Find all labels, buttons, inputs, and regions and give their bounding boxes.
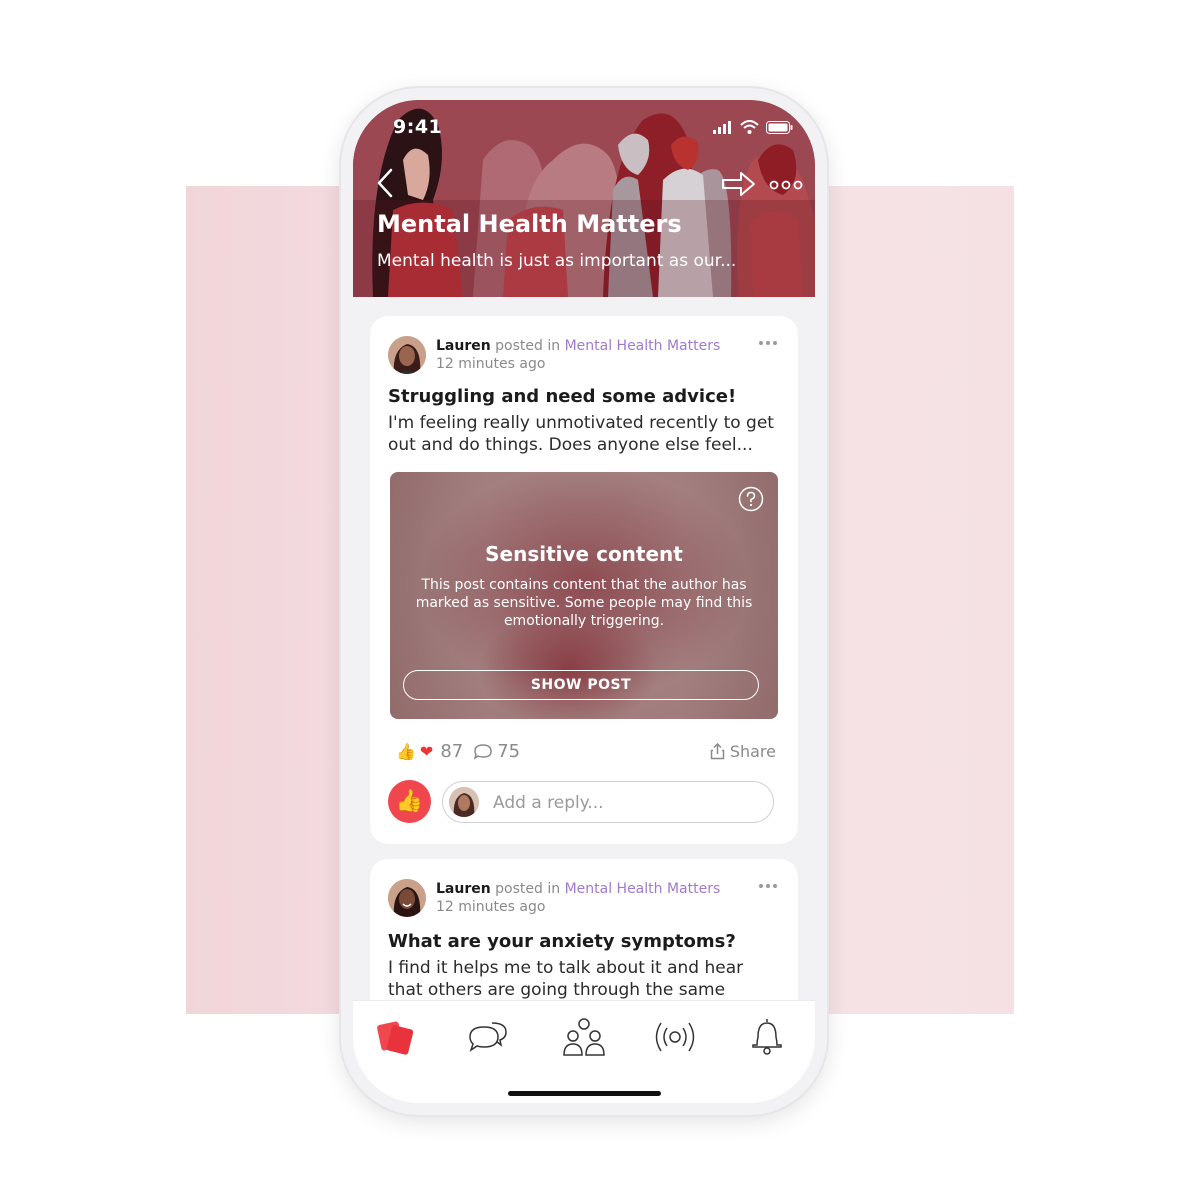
broadcast-icon[interactable] (653, 1017, 697, 1057)
reaction-count: 87 (440, 741, 464, 762)
thumbs-up-icon: 👍 (395, 789, 424, 814)
sensitive-title: Sensitive content (485, 542, 683, 566)
heart-icon: ❤ (419, 742, 434, 761)
avatar-portrait-icon (388, 879, 426, 917)
reply-box[interactable] (442, 781, 774, 823)
sensitive-text: This post contains content that the auth… (415, 577, 753, 629)
reply-input[interactable] (491, 790, 755, 816)
share-button[interactable]: Share (710, 742, 776, 761)
back-chevron-icon[interactable] (373, 166, 401, 200)
post-more-icon[interactable] (758, 340, 778, 346)
group-title: Mental Health Matters (377, 210, 682, 238)
home-indicator (508, 1091, 661, 1096)
battery-icon (766, 120, 793, 134)
phone-frame: 9:41 Mental Health Matters Mental health… (341, 88, 827, 1115)
author-avatar[interactable] (388, 336, 426, 374)
post-body[interactable]: I find it helps me to talk about it and … (388, 957, 783, 1001)
post-meta: Lauren posted in Mental Health Matters (436, 338, 720, 354)
author-name[interactable]: Lauren (436, 338, 491, 354)
chat-bubbles-icon[interactable] (466, 1017, 510, 1057)
comment-count: 75 (497, 741, 521, 762)
author-avatar[interactable] (388, 879, 426, 917)
phone-screen: 9:41 Mental Health Matters Mental health… (353, 100, 815, 1103)
avatar-portrait-icon (388, 336, 426, 374)
help-question-icon[interactable] (738, 486, 764, 512)
more-options-icon[interactable] (769, 178, 803, 192)
wifi-icon (740, 120, 759, 134)
group-link[interactable]: Mental Health Matters (565, 338, 721, 354)
posted-in-label: posted in (495, 338, 561, 354)
show-post-button[interactable]: SHOW POST (403, 670, 759, 700)
community-icon[interactable] (562, 1017, 606, 1057)
post-body[interactable]: I'm feeling really unmotivated recently … (388, 412, 783, 456)
reactions-summary[interactable]: 👍 ❤ 87 75 (396, 741, 520, 762)
post-meta: Lauren posted in Mental Health Matters (436, 881, 720, 897)
cellular-signal-icon (713, 120, 731, 134)
share-icon (710, 743, 725, 760)
share-label: Share (729, 742, 776, 761)
status-icons (713, 120, 793, 134)
share-arrow-icon[interactable] (721, 170, 757, 198)
like-button[interactable]: 👍 (388, 780, 431, 823)
avatar-portrait-icon (449, 787, 479, 817)
post-timestamp: 12 minutes ago (436, 899, 546, 915)
post-title[interactable]: Struggling and need some advice! (388, 386, 736, 407)
author-name[interactable]: Lauren (436, 881, 491, 897)
bell-icon[interactable] (745, 1017, 789, 1057)
current-user-avatar (449, 787, 479, 817)
thumbs-up-icon: 👍 (396, 742, 416, 761)
group-link[interactable]: Mental Health Matters (565, 881, 721, 897)
cards-icon[interactable] (375, 1017, 419, 1057)
post-card[interactable]: Lauren posted in Mental Health Matters 1… (370, 316, 798, 844)
comment-icon (473, 743, 492, 760)
status-time: 9:41 (393, 116, 443, 138)
post-more-icon[interactable] (758, 883, 778, 889)
posted-in-label: posted in (495, 881, 561, 897)
group-header: 9:41 Mental Health Matters Mental health… (353, 100, 815, 297)
post-timestamp: 12 minutes ago (436, 356, 546, 372)
bottom-tab-bar (353, 1000, 815, 1103)
group-description: Mental health is just as important as ou… (377, 251, 737, 271)
post-title[interactable]: What are your anxiety symptoms? (388, 931, 736, 952)
sensitive-content-overlay: Sensitive content This post contains con… (390, 472, 778, 719)
